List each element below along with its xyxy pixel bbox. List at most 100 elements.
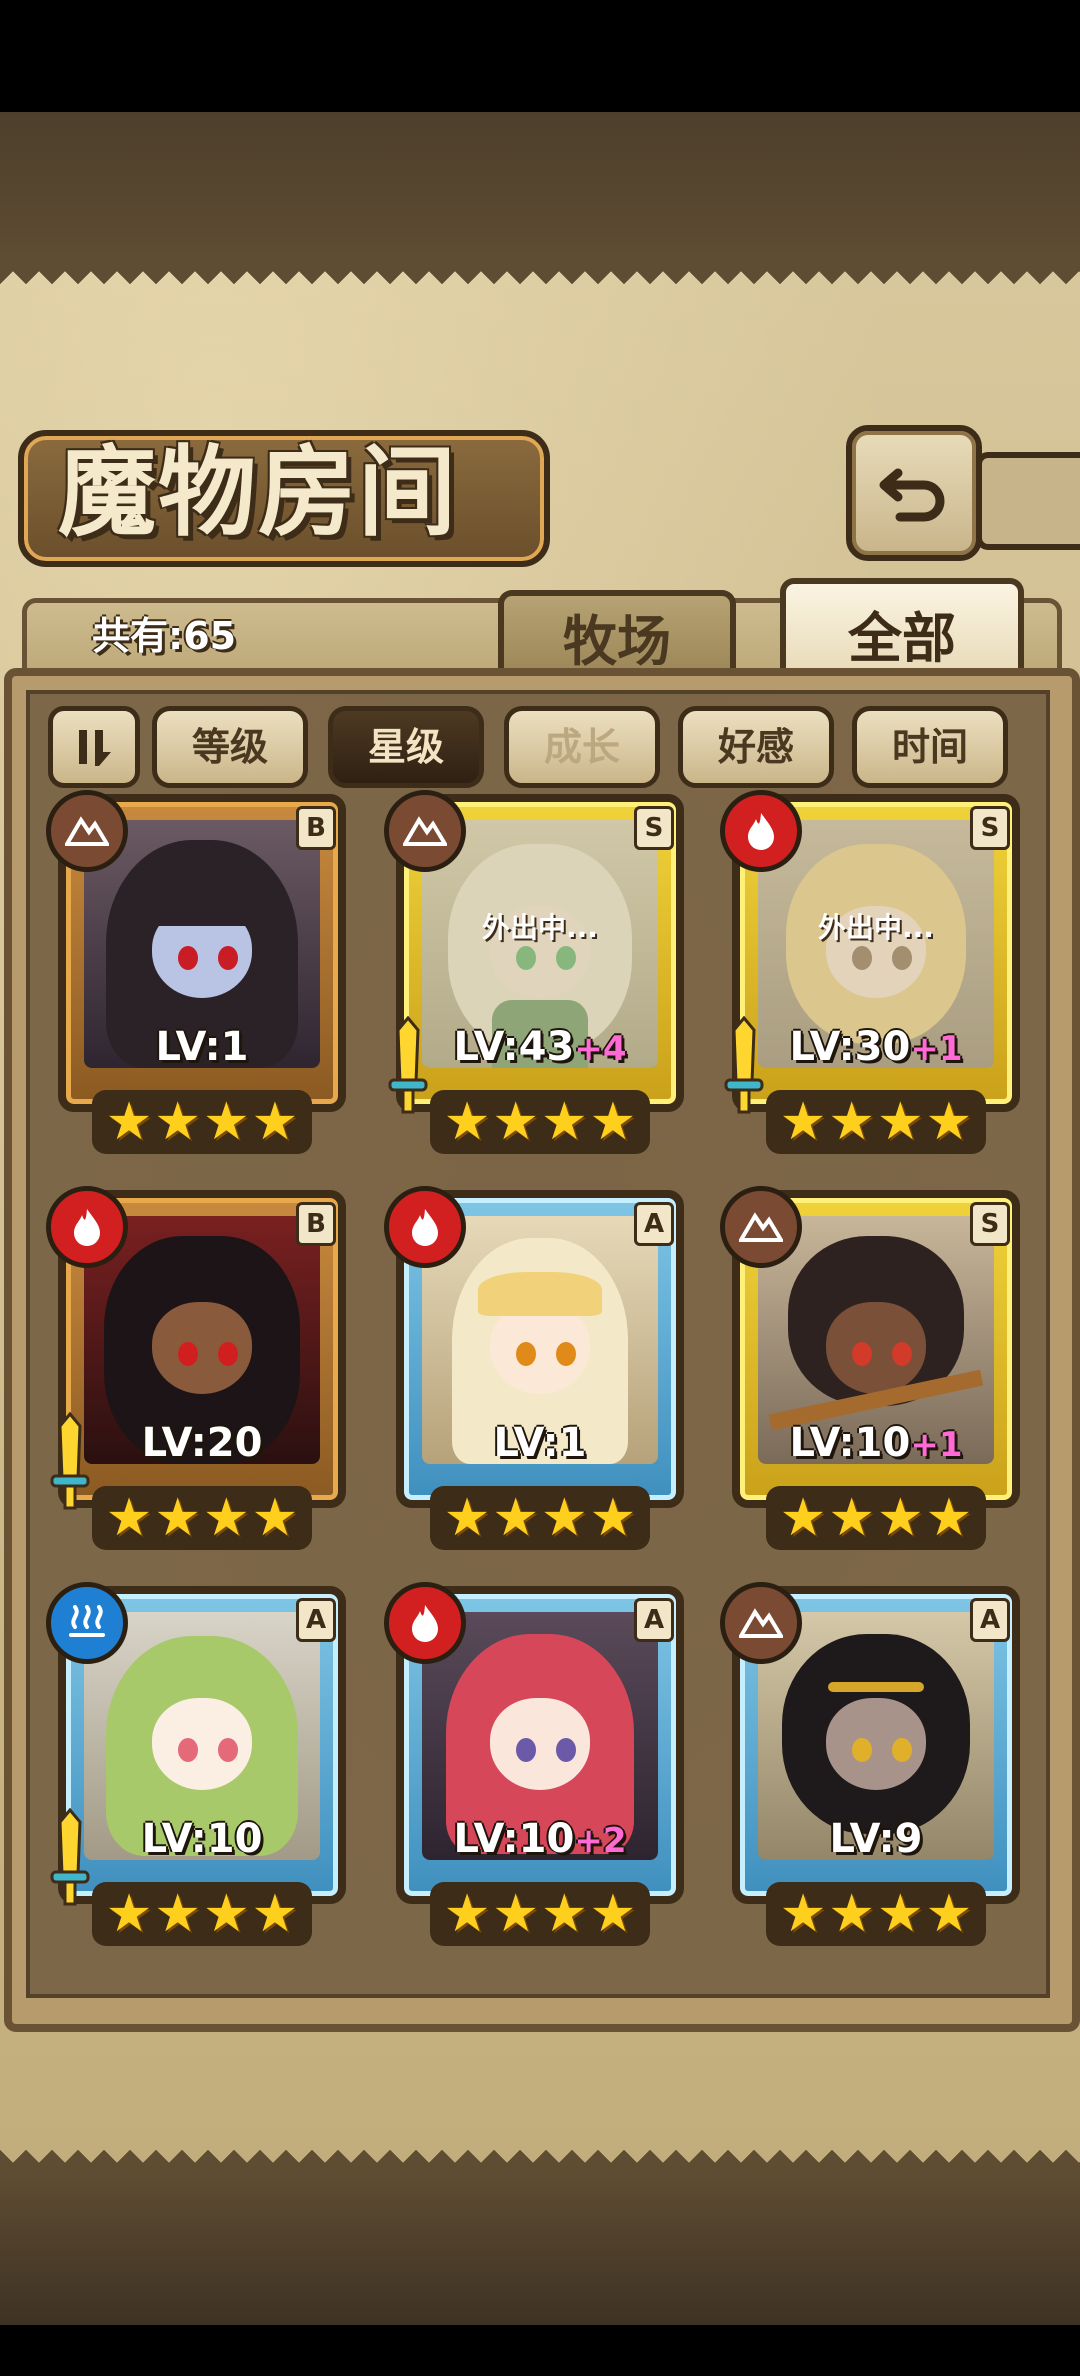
monster-level: LV:10+2 [453,1816,627,1862]
earth-icon [46,790,128,872]
rarity-badge: A [634,1202,674,1246]
fire-icon [384,1186,466,1268]
star-icon: ★ [203,1488,250,1548]
star-icon: ★ [589,1884,637,1944]
star-rating: ★ ★ ★ ★ [92,1486,312,1550]
monster-card[interactable]: A LV:9 ★ ★ ★ ★ [720,1582,1032,1946]
monster-level: LV:10 [141,1816,263,1862]
star-icon: ★ [105,1884,153,1944]
monster-level: LV:1 [493,1420,587,1466]
fire-icon [384,1582,466,1664]
earth-icon [720,1582,802,1664]
star-icon: ★ [251,1884,299,1944]
water-icon [46,1582,128,1664]
star-icon: ★ [443,1884,491,1944]
star-icon: ★ [877,1884,924,1944]
bottom-border-band [0,2175,1080,2325]
star-icon: ★ [154,1884,201,1944]
monster-card[interactable]: 外出中... S LV:43+4 ★ ★ ★ ★ [384,790,696,1154]
monster-card[interactable]: S LV:10+1 ★ ★ ★ ★ [720,1186,1032,1550]
monster-card[interactable]: B LV:1 ★ ★ ★ ★ [46,790,358,1154]
monster-count: 共有:65 [92,614,237,658]
star-icon: ★ [251,1488,299,1548]
star-icon: ★ [925,1092,973,1152]
tab-all[interactable]: 全部 [780,578,1024,682]
rarity-badge: A [296,1598,336,1642]
fire-icon [46,1186,128,1268]
rarity-badge: A [970,1598,1010,1642]
star-icon: ★ [541,1488,588,1548]
star-icon: ★ [154,1092,201,1152]
rarity-badge: S [970,806,1010,850]
star-icon: ★ [828,1488,875,1548]
star-icon: ★ [443,1488,491,1548]
star-icon: ★ [828,1884,875,1944]
star-icon: ★ [589,1488,637,1548]
star-icon: ★ [203,1092,250,1152]
tab-ranch[interactable]: 牧场 [498,590,736,676]
monster-level: LV:9 [829,1816,923,1862]
away-status: 外出中... [482,911,598,944]
monster-level: LV:1 [155,1024,249,1070]
star-icon: ★ [203,1884,250,1944]
monster-level: LV:43+4 [453,1024,627,1070]
top-border-band [0,112,1080,258]
star-rating: ★ ★ ★ ★ [430,1090,650,1154]
monster-card[interactable]: A LV:10+2 ★ ★ ★ ★ [384,1582,696,1946]
sort-stars-button[interactable]: 星级 [328,706,484,788]
sort-level-button[interactable]: 等级 [152,706,308,788]
monster-card[interactable]: B LV:20 ★ ★ ★ ★ [46,1186,358,1550]
star-rating: ★ ★ ★ ★ [766,1882,986,1946]
star-icon: ★ [541,1092,588,1152]
monster-card[interactable]: A LV:10 ★ ★ ★ ★ [46,1582,358,1946]
star-rating: ★ ★ ★ ★ [92,1090,312,1154]
star-rating: ★ ★ ★ ★ [430,1486,650,1550]
monster-card[interactable]: 外出中... S LV:30+1 ★ ★ ★ ★ [720,790,1032,1154]
star-icon: ★ [492,1884,539,1944]
star-icon: ★ [779,1884,827,1944]
scroll-edge-top [0,258,1080,284]
star-icon: ★ [251,1092,299,1152]
fire-icon [720,790,802,872]
sort-growth-button[interactable]: 成长 [504,706,660,788]
star-rating: ★ ★ ★ ★ [766,1486,986,1550]
sort-affection-button[interactable]: 好感 [678,706,834,788]
sort-order-toggle[interactable] [48,706,140,788]
earth-icon [384,790,466,872]
star-icon: ★ [877,1092,924,1152]
monster-level: LV:30+1 [789,1024,963,1070]
monster-level: LV:10+1 [789,1420,963,1466]
star-icon: ★ [105,1092,153,1152]
star-rating: ★ ★ ★ ★ [766,1090,986,1154]
star-rating: ★ ★ ★ ★ [92,1882,312,1946]
away-status: 外出中... [818,911,934,944]
star-icon: ★ [443,1092,491,1152]
rarity-badge: S [634,806,674,850]
rarity-badge: B [296,1202,336,1246]
scroll-edge-bottom [0,2150,1080,2176]
rarity-badge: B [296,806,336,850]
sort-time-button[interactable]: 时间 [852,706,1008,788]
star-icon: ★ [925,1884,973,1944]
star-icon: ★ [828,1092,875,1152]
star-icon: ★ [779,1488,827,1548]
star-icon: ★ [154,1488,201,1548]
star-icon: ★ [492,1092,539,1152]
monster-card[interactable]: A LV:1 ★ ★ ★ ★ [384,1186,696,1550]
star-icon: ★ [779,1092,827,1152]
star-icon: ★ [877,1488,924,1548]
return-arrow-icon [879,468,945,522]
page-title: 魔物房间 [58,435,459,550]
back-button-tab [976,452,1080,550]
star-icon: ★ [541,1884,588,1944]
monster-level: LV:20 [141,1420,263,1466]
star-icon: ★ [925,1488,973,1548]
star-rating: ★ ★ ★ ★ [430,1882,650,1946]
earth-icon [720,1186,802,1268]
rarity-badge: S [970,1202,1010,1246]
star-icon: ★ [105,1488,153,1548]
sort-order-icon [79,730,111,766]
rarity-badge: A [634,1598,674,1642]
star-icon: ★ [492,1488,539,1548]
back-button[interactable] [846,425,982,561]
